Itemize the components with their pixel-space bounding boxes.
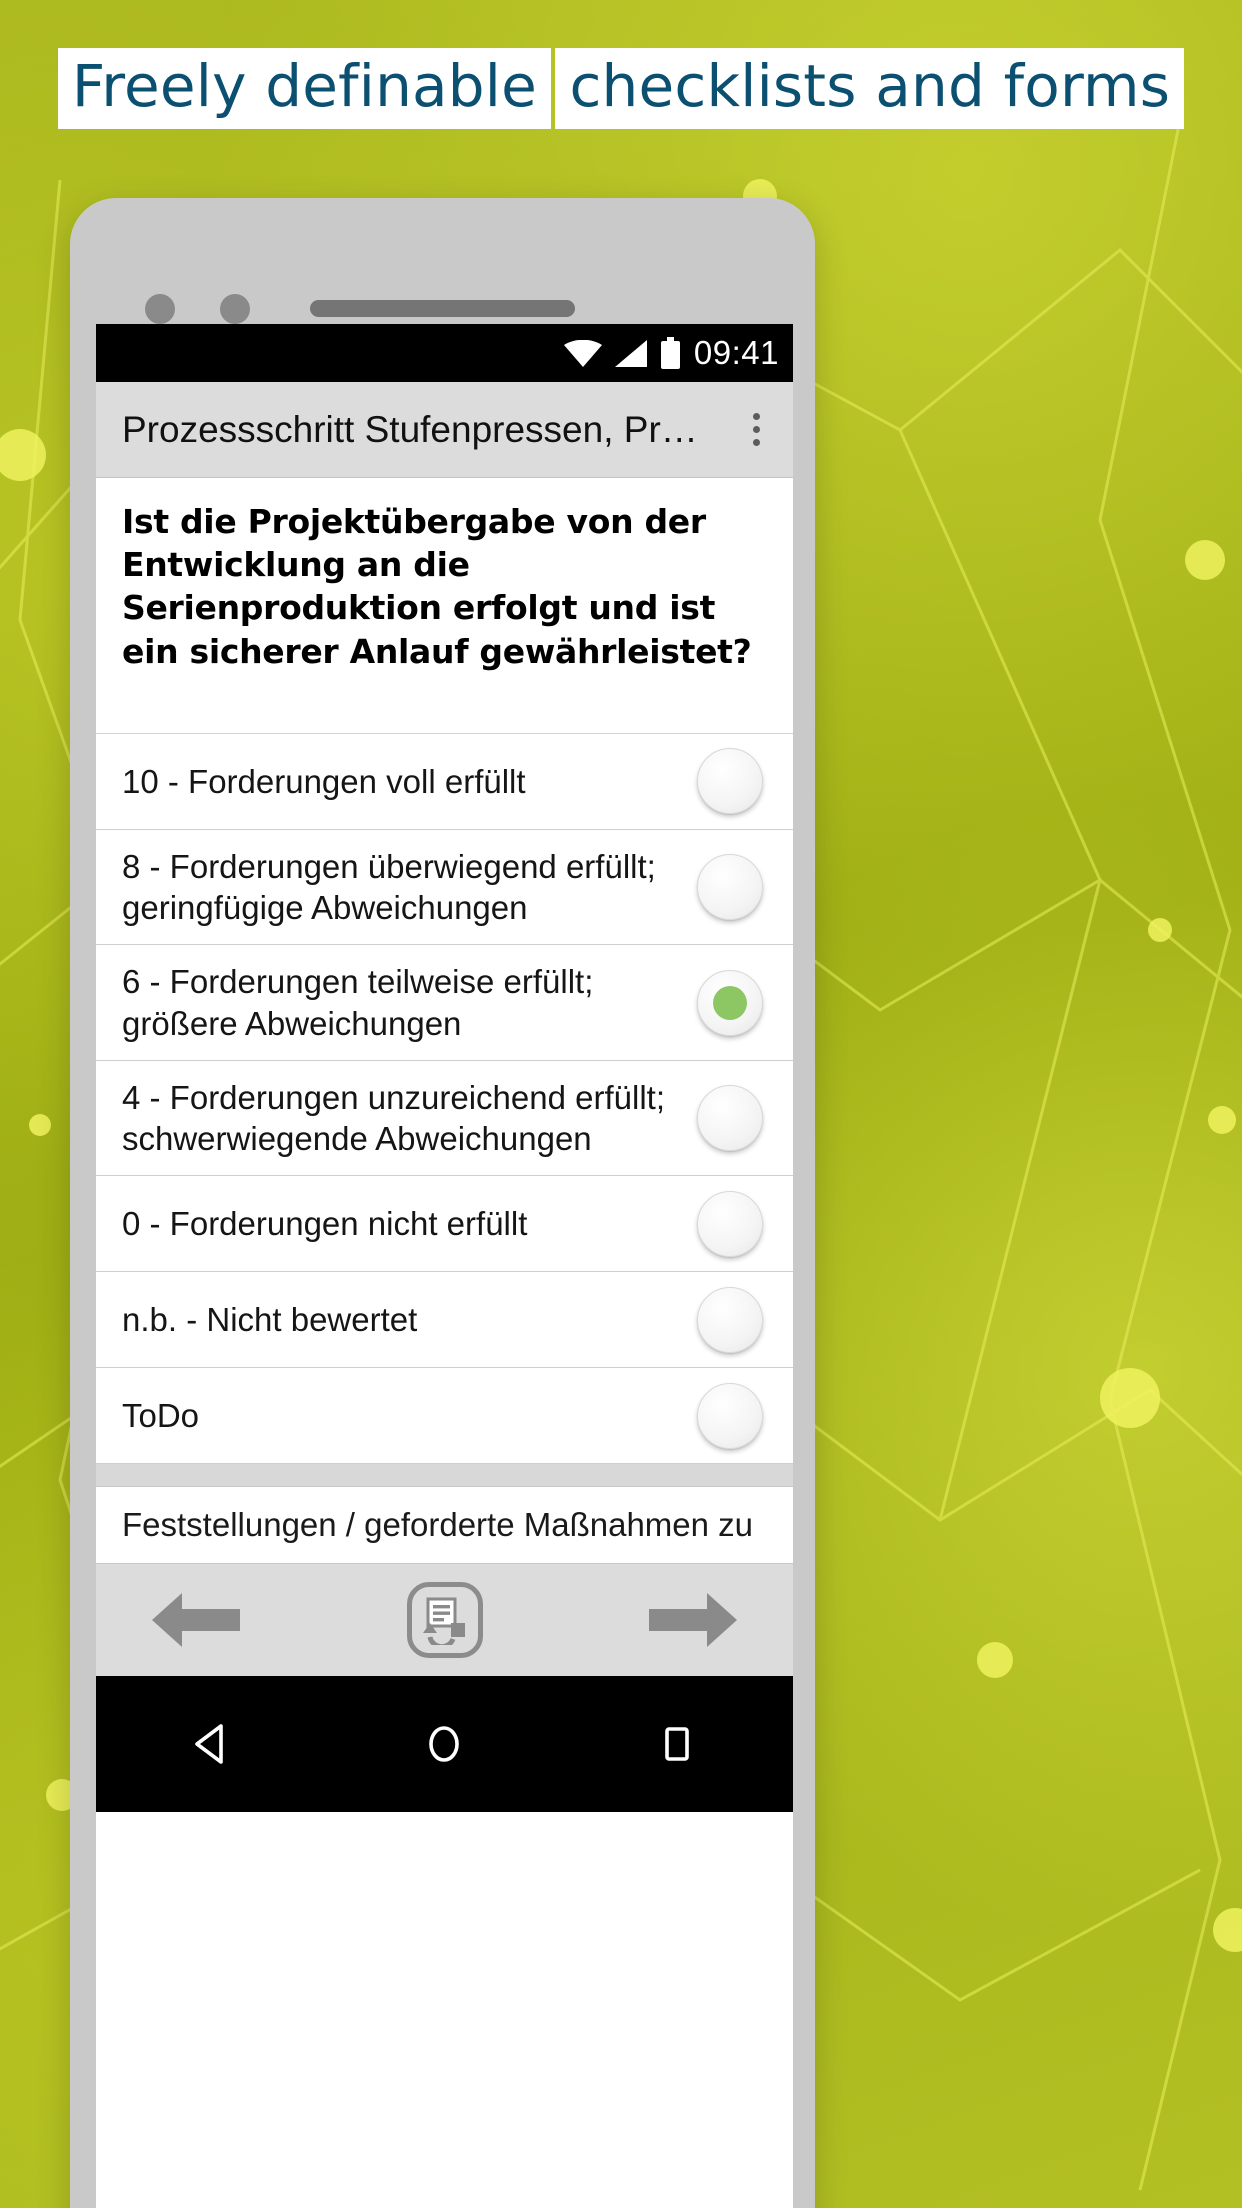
option-row-2[interactable]: 6 - Forderungen teilweise erfüllt; größe… <box>96 945 793 1061</box>
front-camera-icon <box>145 294 175 324</box>
android-home-icon[interactable] <box>421 1721 467 1767</box>
wifi-icon <box>563 339 602 367</box>
option-radio-selected[interactable] <box>697 969 763 1036</box>
document-sync-icon[interactable] <box>406 1582 483 1659</box>
phone-top-bezel <box>70 242 815 324</box>
findings-label: Feststellungen / geforderte Maßnahmen zu <box>122 1506 754 1544</box>
option-label: 10 - Forderungen voll erfüllt <box>122 762 526 800</box>
option-radio[interactable] <box>697 1382 763 1449</box>
battery-icon <box>660 337 681 369</box>
section-divider <box>96 1464 793 1487</box>
answer-options-list: 10 - Forderungen voll erfüllt 8 - Forder… <box>96 733 793 1465</box>
phone-mockup: 09:41 Prozessschritt Stufenpressen, Pr… … <box>70 198 815 2208</box>
option-label: 0 - Forderungen nicht erfüllt <box>122 1205 528 1243</box>
headline-line-2: checklists and forms <box>555 48 1185 129</box>
sensor-icon <box>220 294 250 324</box>
android-back-icon[interactable] <box>189 1721 235 1767</box>
overflow-menu-icon[interactable] <box>725 391 787 469</box>
option-label: 6 - Forderungen teilweise erfüllt; größe… <box>122 963 594 1042</box>
option-row-3[interactable]: 4 - Forderungen unzureichend erfüllt; sc… <box>96 1061 793 1177</box>
option-radio[interactable] <box>697 854 763 921</box>
findings-field[interactable]: Feststellungen / geforderte Maßnahmen zu <box>96 1486 793 1565</box>
option-row-4[interactable]: 0 - Forderungen nicht erfüllt <box>96 1176 793 1273</box>
arrow-right-icon[interactable] <box>645 1589 741 1651</box>
option-radio[interactable] <box>697 1286 763 1353</box>
question-block: Ist die Projektübergabe von der Entwickl… <box>96 478 793 734</box>
earpiece-speaker <box>310 300 575 317</box>
option-radio[interactable] <box>697 748 763 815</box>
android-recents-icon[interactable] <box>654 1721 700 1767</box>
option-label: 8 - Forderungen überwiegend erfüllt; ger… <box>122 847 656 927</box>
option-row-5[interactable]: n.b. - Nicht bewertet <box>96 1272 793 1369</box>
arrow-left-icon[interactable] <box>148 1589 244 1651</box>
question-text: Ist die Projektübergabe von der Entwickl… <box>122 502 752 671</box>
app-bar: Prozessschritt Stufenpressen, Pr… <box>96 382 793 478</box>
android-navigation-bar <box>96 1676 793 1813</box>
option-label: n.b. - Nicht bewertet <box>122 1301 418 1339</box>
phone-screen: 09:41 Prozessschritt Stufenpressen, Pr… … <box>96 324 793 2208</box>
option-radio[interactable] <box>697 1085 763 1152</box>
option-row-6[interactable]: ToDo <box>96 1368 793 1465</box>
page-title: Prozessschritt Stufenpressen, Pr… <box>122 408 698 450</box>
android-status-bar: 09:41 <box>96 324 793 382</box>
status-bar-clock: 09:41 <box>693 334 779 371</box>
promo-screenshot: Freely definable checklists and forms 09… <box>0 0 1242 2208</box>
option-label: 4 - Forderungen unzureichend erfüllt; sc… <box>122 1078 665 1158</box>
option-radio[interactable] <box>697 1190 763 1257</box>
headline-line-1: Freely definable <box>57 48 551 129</box>
signal-icon <box>614 339 647 367</box>
option-row-1[interactable]: 8 - Forderungen überwiegend erfüllt; ger… <box>96 830 793 946</box>
bottom-toolbar <box>96 1564 793 1677</box>
promo-headline: Freely definable checklists and forms <box>0 36 1242 129</box>
option-row-0[interactable]: 10 - Forderungen voll erfüllt <box>96 734 793 830</box>
option-label: ToDo <box>122 1397 200 1435</box>
